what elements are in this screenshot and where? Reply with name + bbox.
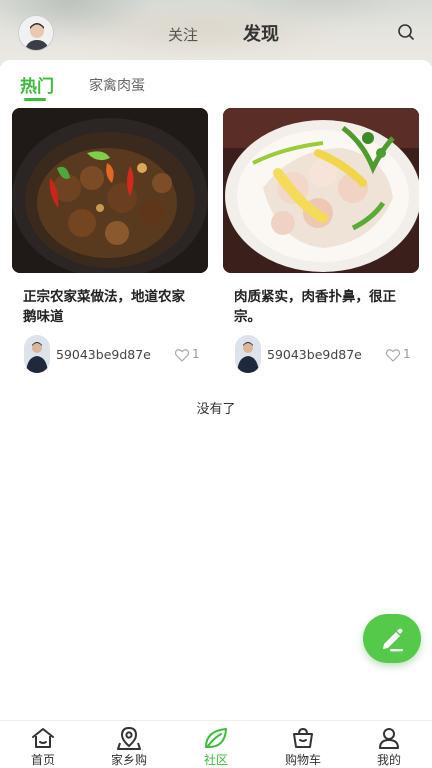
tab-label: 首页 [30, 753, 55, 767]
active-tab-indicator [24, 98, 46, 101]
post-card[interactable]: 正宗农家菜做法，地道农家鹅味道 59043be9d87e 1 [12, 108, 208, 375]
edit-pen-icon [383, 628, 403, 652]
basket-icon [293, 727, 313, 748]
end-of-list-text: 没有了 [196, 402, 236, 417]
post-image[interactable] [223, 108, 419, 273]
top-nav: 关注 发现 [0, 20, 432, 48]
create-post-button[interactable] [363, 614, 421, 663]
post-title[interactable]: 肉质紧实，肉香扑鼻，很正宗。 [223, 287, 419, 327]
post-image[interactable] [12, 108, 208, 273]
home-icon [32, 728, 54, 748]
post-meta: 59043be9d87e 1 [223, 335, 419, 375]
tab-label: 社区 [203, 753, 228, 767]
author-name[interactable]: 59043be9d87e [56, 347, 151, 362]
like-count: 1 [192, 347, 200, 361]
tab-profile[interactable]: 我的 [346, 721, 432, 768]
tab-follow[interactable]: 关注 [168, 24, 198, 45]
post-meta: 59043be9d87e 1 [12, 335, 208, 375]
tab-label: 购物车 [284, 753, 321, 767]
post-card[interactable]: 肉质紧实，肉香扑鼻，很正宗。 59043be9d87e 1 [223, 108, 419, 375]
like-button[interactable]: 1 [385, 347, 415, 363]
location-icon [117, 726, 141, 750]
category-tabs: 热门 家禽肉蛋 [18, 72, 418, 102]
user-icon [379, 728, 399, 749]
author-avatar[interactable] [235, 335, 261, 373]
tab-label: 我的 [376, 753, 401, 767]
tab-home[interactable]: 首页 [0, 721, 86, 768]
post-title[interactable]: 正宗农家菜做法，地道农家鹅味道 [12, 287, 208, 327]
category-tab-hot[interactable]: 热门 [20, 72, 54, 97]
like-button[interactable]: 1 [174, 347, 204, 363]
tab-hometown-shop[interactable]: 家乡购 [86, 721, 172, 768]
like-count: 1 [403, 347, 411, 361]
tab-cart[interactable]: 购物车 [260, 721, 346, 768]
bottom-tab-bar: 首页 家乡购 社区 购物车 我的 [0, 720, 432, 768]
author-avatar[interactable] [24, 335, 50, 373]
category-tab-poultry[interactable]: 家禽肉蛋 [89, 75, 145, 95]
author-name[interactable]: 59043be9d87e [267, 347, 362, 362]
search-icon[interactable] [396, 22, 416, 42]
leaf-icon [205, 728, 227, 748]
heart-icon [174, 349, 190, 362]
tab-label: 家乡购 [110, 753, 147, 767]
heart-icon [385, 349, 401, 362]
top-header: 关注 发现 [0, 0, 432, 66]
tab-community[interactable]: 社区 [173, 721, 259, 768]
tab-discover[interactable]: 发现 [243, 20, 279, 46]
